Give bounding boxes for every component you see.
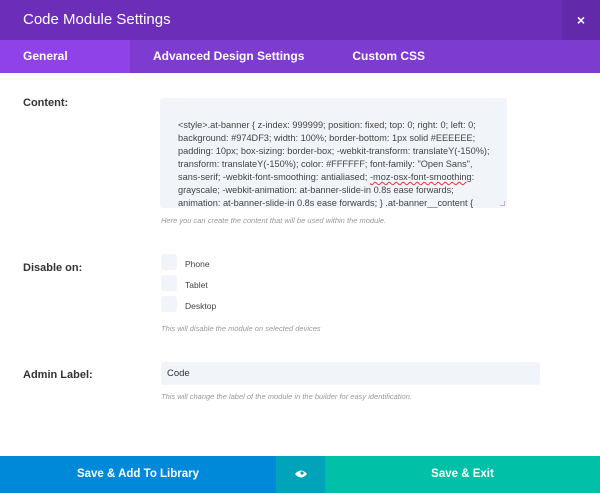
phone-checkbox[interactable] <box>161 254 177 270</box>
tab-general-settings[interactable]: General Settings <box>0 40 130 96</box>
desktop-label: Desktop <box>185 301 217 311</box>
close-icon[interactable]: × <box>562 0 600 40</box>
content-label: Content: <box>23 97 69 109</box>
admin-label-label: Admin Label: <box>23 369 93 381</box>
phone-label: Phone <box>185 259 210 269</box>
modal-header: Code Module Settings × <box>0 0 600 40</box>
eye-icon <box>294 470 307 478</box>
modal-title: Code Module Settings <box>23 11 171 28</box>
tablet-checkbox[interactable] <box>161 275 177 291</box>
tab-custom-css[interactable]: Custom CSS <box>327 40 448 73</box>
save-add-to-library-button[interactable]: Save & Add To Library <box>0 456 276 493</box>
save-exit-button[interactable]: Save & Exit <box>325 456 600 493</box>
admin-label-help: This will change the label of the module… <box>161 392 412 401</box>
footer: Save & Add To Library Save & Exit <box>0 456 600 493</box>
desktop-checkbox[interactable] <box>161 296 177 312</box>
disable-help: This will disable the module on selected… <box>161 324 321 333</box>
tablet-label: Tablet <box>185 280 208 290</box>
admin-label-input[interactable]: Code <box>161 362 540 385</box>
tab-advanced-design-settings[interactable]: Advanced Design Settings <box>130 40 327 73</box>
tab-bar: General Settings Advanced Design Setting… <box>0 40 600 96</box>
content-textarea[interactable]: <style>.at-banner { z-index: 999999; pos… <box>160 98 507 208</box>
preview-button[interactable] <box>276 456 325 493</box>
content-text-misspelled: -moz-osx-font-smoothing <box>370 172 472 182</box>
content-help: Here you can create the content that wil… <box>161 216 387 225</box>
disable-on-label: Disable on: <box>23 262 83 274</box>
resize-handle[interactable] <box>500 201 505 206</box>
